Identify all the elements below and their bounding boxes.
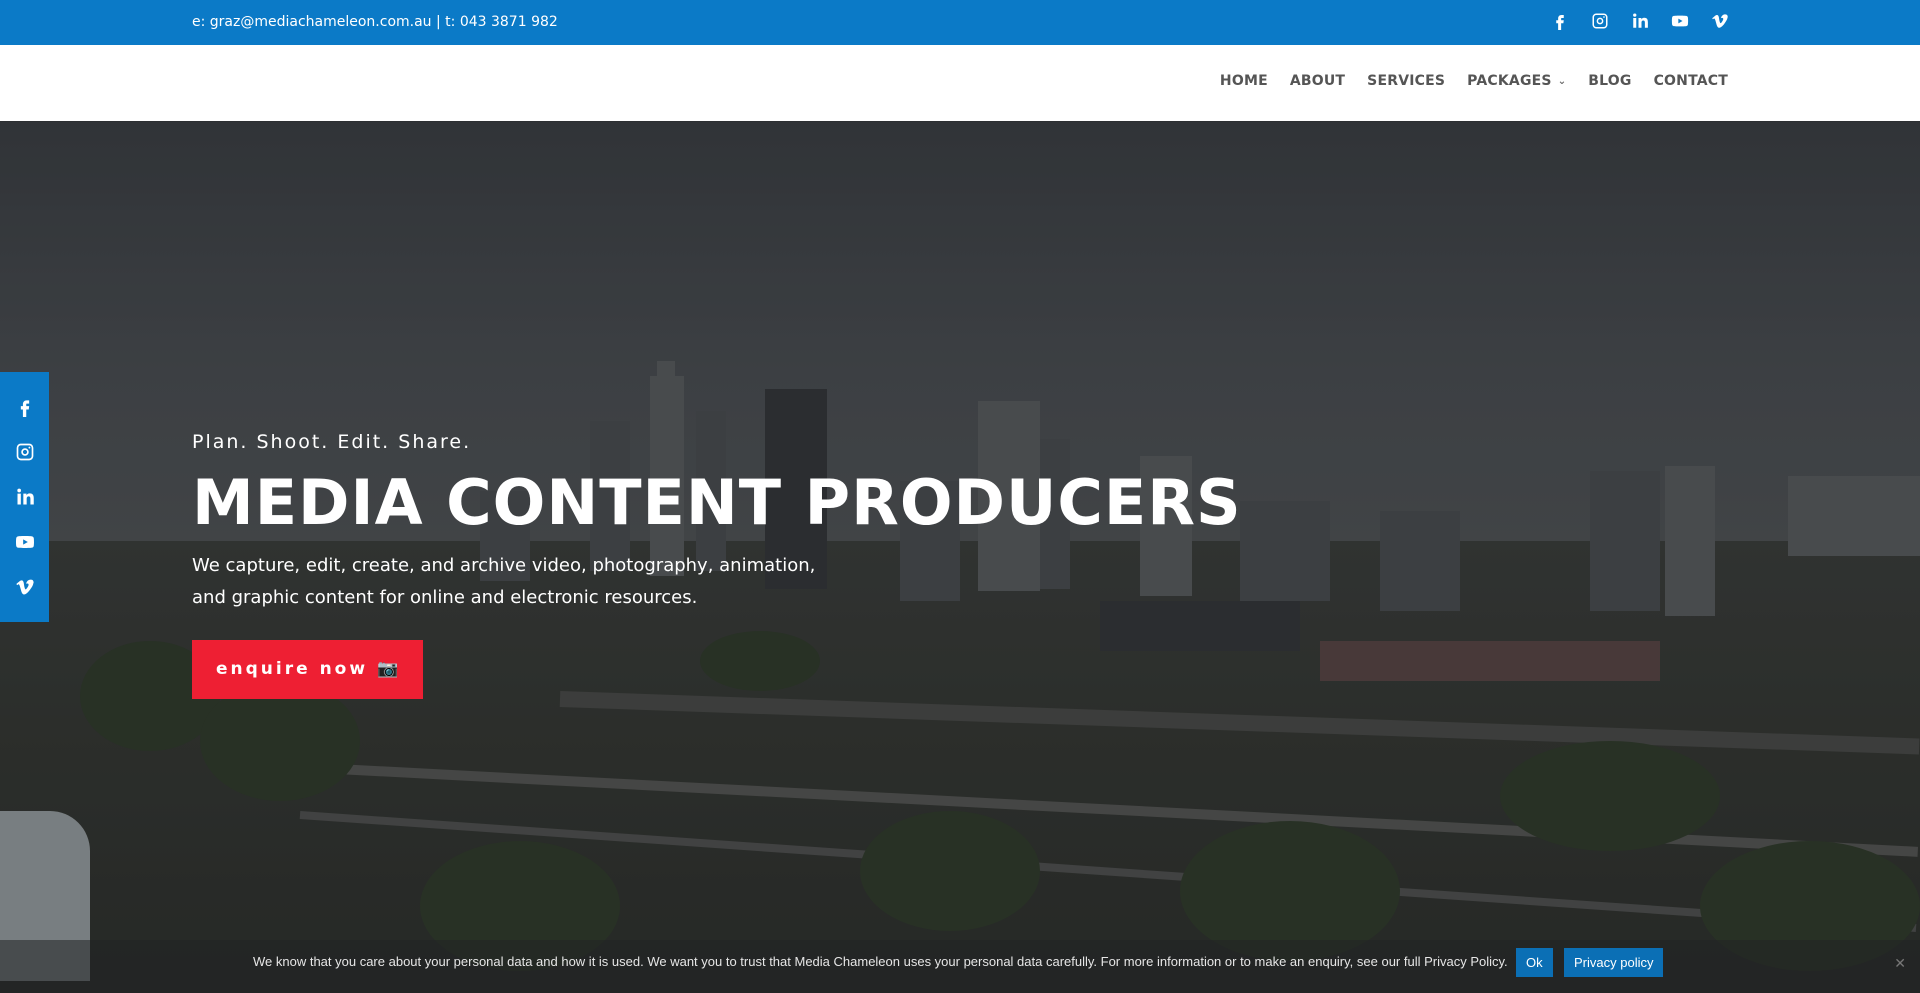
instagram-icon[interactable] [1590,10,1610,32]
nav-about[interactable]: ABOUT [1290,73,1345,89]
linkedin-icon[interactable] [1630,10,1650,32]
site-header: HOME ABOUT SERVICES PACKAGES ⌄ BLOG CONTA… [0,45,1920,121]
facebook-icon[interactable] [13,395,37,419]
nav-about-label: ABOUT [1289,73,1346,89]
hero-content: Plan. Shoot. Edit. Share. MEDIA CONTENT … [192,430,1242,699]
nav-packages-label: PACKAGES [1467,73,1552,89]
linkedin-icon[interactable] [13,485,37,509]
enquire-now-button[interactable]: enquire now 📷 [192,640,424,699]
main-nav: HOME ABOUT SERVICES PACKAGES ⌄ BLOG CONTA… [1220,73,1728,89]
privacy-policy-button[interactable]: Privacy policy [1564,948,1664,977]
youtube-icon[interactable] [13,530,37,554]
vimeo-icon[interactable] [1710,10,1730,32]
top-bar: e: graz@mediachameleon.com.au | t: 043 3… [0,0,1920,45]
nav-packages[interactable]: PACKAGES ⌄ [1467,73,1566,89]
top-social-links [1550,10,1730,32]
chevron-down-icon: ⌄ [1557,75,1567,87]
youtube-icon[interactable] [1670,10,1690,32]
hero-subtext: We capture, edit, create, and archive vi… [192,555,816,608]
hero-tagline: Plan. Shoot. Edit. Share. [192,431,472,453]
nav-services[interactable]: SERVICES [1367,73,1445,89]
nav-services-label: SERVICES [1367,73,1446,89]
contact-info: e: graz@mediachameleon.com.au | t: 043 3… [192,14,558,30]
instagram-icon[interactable] [13,440,37,464]
nav-contact-label: CONTACT [1653,73,1728,89]
cookie-message: We know that you care about your persona… [253,954,1508,969]
nav-blog[interactable]: BLOG [1588,73,1631,89]
hero-headline: MEDIA CONTENT PRODUCERS [192,466,1242,539]
cookie-ok-button[interactable]: Ok [1516,948,1553,977]
nav-blog-label: BLOG [1588,73,1632,89]
vimeo-icon[interactable] [13,575,37,599]
side-social-bar [0,372,49,622]
nav-home[interactable]: HOME [1220,73,1268,89]
nav-contact[interactable]: CONTACT [1654,73,1728,89]
cookie-banner: We know that you care about your persona… [0,940,1920,993]
facebook-icon[interactable] [1550,10,1570,32]
close-icon[interactable]: ✕ [1894,956,1906,972]
nav-home-label: HOME [1219,73,1268,89]
